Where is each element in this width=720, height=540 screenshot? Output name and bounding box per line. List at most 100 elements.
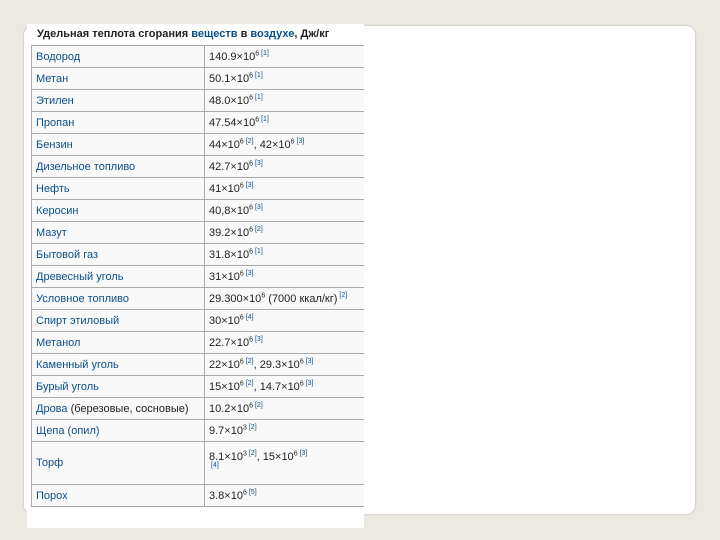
exponent: 6	[249, 203, 253, 211]
citation-link[interactable]: [2]	[246, 380, 254, 387]
heat-value-cell: 42.7×106 [3]	[204, 155, 364, 178]
fuel-name-cell: Спирт этиловый	[31, 309, 205, 332]
heat-value-cell: 39.2×106 [2]	[204, 221, 364, 244]
fuel-name-link[interactable]: Метанол	[36, 337, 80, 349]
citation-link[interactable]: [1]	[255, 94, 263, 101]
citation-link[interactable]: [5]	[249, 489, 257, 496]
citation-link[interactable]: [1]	[261, 50, 269, 57]
caption-text: Удельная теплота сгорания	[37, 28, 189, 40]
exponent: 6	[249, 71, 253, 79]
fuel-name-cell: Метанол	[31, 331, 205, 354]
heat-value: 15×10	[209, 380, 240, 393]
exponent: 6	[255, 49, 260, 57]
fuel-name-link[interactable]: Метан	[36, 73, 68, 85]
citation-link[interactable]: [3]	[300, 450, 308, 457]
citation-link[interactable]: [2]	[246, 138, 254, 145]
citation-link[interactable]: [2]	[255, 226, 263, 233]
fuel-name-link[interactable]: Нефть	[36, 183, 70, 195]
fuel-name-cell: Бытовой газ	[31, 243, 205, 266]
fuel-name-cell: Каменный уголь	[31, 353, 205, 376]
fuel-name-link[interactable]: Дизельное топливо	[36, 161, 135, 173]
fuel-name-link[interactable]: Порох	[36, 490, 68, 502]
exponent: 6	[249, 335, 253, 343]
fuel-name-cell: Керосин	[31, 199, 205, 222]
exponent: 6	[249, 159, 253, 167]
citation-link[interactable]: [3]	[255, 204, 263, 211]
table-row: Мазут 39.2×106 [2]	[31, 221, 364, 244]
fuel-name-link[interactable]: Керосин	[36, 205, 78, 217]
fuel-name-cell: Дизельное топливо	[31, 155, 205, 178]
citation-link[interactable]: [1]	[255, 72, 263, 79]
caption-link-air[interactable]: воздухе	[250, 28, 294, 40]
fuel-name-link[interactable]: Водород	[36, 51, 80, 63]
table-row: Метанол 22.7×106 [3]	[31, 331, 364, 354]
fuel-name-link[interactable]: Этилен	[36, 95, 74, 107]
heat-value: 50.1×10	[209, 72, 250, 85]
table-row: Порох 3.8×106 [5]	[31, 484, 364, 507]
table-row: Древесный уголь 31×106 [3]	[31, 265, 364, 288]
citation-link[interactable]: [4]	[246, 314, 254, 321]
fuel-name-link[interactable]: Дрова	[36, 403, 68, 415]
fuel-name-link[interactable]: Торф	[36, 457, 63, 469]
exponent: 6	[299, 379, 304, 387]
fuel-name-link[interactable]: Спирт этиловый	[36, 315, 119, 327]
fuel-name-cell: Этилен	[31, 89, 205, 112]
fuel-name-link[interactable]: Древесный уголь	[36, 271, 124, 283]
table-row: Керосин 40,8×106 [3]	[31, 199, 364, 222]
citation-link[interactable]: [2]	[246, 358, 254, 365]
fuel-name-link[interactable]: Пропан	[36, 117, 74, 129]
fuel-name-cell: Водород	[31, 45, 205, 68]
citation-link[interactable]: [1]	[255, 248, 263, 255]
citation-link[interactable]: [3]	[255, 160, 263, 167]
fuel-name-link[interactable]: Бурый уголь	[36, 381, 99, 393]
exponent: 6	[249, 93, 253, 101]
heat-value-cell: 8.1×103 [2], 15×106 [3] [4]	[204, 441, 364, 485]
fuel-name-cell: Порох	[31, 484, 205, 507]
table-row: Этилен 48.0×106 [1]	[31, 89, 364, 112]
caption-text-in: в	[240, 28, 248, 40]
citation-link[interactable]: [3]	[297, 138, 305, 145]
heat-value-cell: 48.0×106 [1]	[204, 89, 364, 112]
fuel-name-cell: Бурый уголь	[31, 375, 205, 398]
heat-value: 31.8×10	[209, 248, 250, 261]
citation-link[interactable]: [3]	[306, 380, 314, 387]
table-row: Торф 8.1×103 [2], 15×106 [3] [4]	[31, 441, 364, 485]
fuel-name-link[interactable]: Бензин	[36, 139, 73, 151]
citation-link[interactable]: [2]	[249, 424, 257, 431]
citation-link[interactable]: [2]	[255, 402, 263, 409]
heat-value: 44×10	[209, 138, 240, 151]
fuel-name-link[interactable]: Бытовой газ	[36, 249, 98, 261]
fuel-name-link[interactable]: Условное топливо	[36, 293, 129, 305]
exponent: 6	[299, 357, 304, 365]
fuel-name-link[interactable]: Щепа (опил)	[36, 425, 100, 437]
fuel-name-link[interactable]: Каменный уголь	[36, 359, 119, 371]
citation-link[interactable]: [4]	[211, 462, 219, 469]
heat-value: 8.1×10	[209, 451, 243, 463]
caption-link-substances[interactable]: веществ	[191, 28, 237, 40]
citation-link[interactable]: [2]	[339, 292, 347, 299]
fuel-name-cell: Пропан	[31, 111, 205, 134]
fuel-name-cell: Бензин	[31, 133, 205, 156]
heat-value-cell: 22.7×106 [3]	[204, 331, 364, 354]
fuel-name-cell: Метан	[31, 67, 205, 90]
citation-link[interactable]: [3]	[306, 358, 314, 365]
citation-link[interactable]: [3]	[246, 182, 254, 189]
heat-value-alt: 15×10	[262, 451, 294, 463]
table-row: Бытовой газ 31.8×106 [1]	[31, 243, 364, 266]
heat-value: 22×10	[209, 358, 240, 371]
fuel-name-link[interactable]: Мазут	[36, 227, 67, 239]
table-row: Бензин 44×106 [2], 42×106 [3]	[31, 133, 364, 156]
heat-of-combustion-table: Водород 140.9×106 [1] Метан 50.1×106 [1] Этиле…	[31, 45, 364, 507]
heat-table-screenshot: Удельная теплота сгорания веществ в возд…	[27, 24, 364, 528]
heat-value: 140.9×10	[209, 50, 256, 63]
citation-link[interactable]: [3]	[246, 270, 254, 277]
heat-value-alt: (7000 ккал/кг)	[265, 292, 338, 305]
citation-link[interactable]: [1]	[261, 116, 269, 123]
citation-link[interactable]: [2]	[249, 450, 257, 457]
heat-value: 40,8×10	[209, 204, 250, 217]
heat-value-cell: 40,8×106 [3]	[204, 199, 364, 222]
exponent: 6	[239, 357, 244, 365]
citation-link[interactable]: [3]	[255, 336, 263, 343]
heat-value-cell: 3.8×106 [5]	[204, 484, 364, 507]
heat-value-cell: 41×106 [3]	[204, 177, 364, 200]
